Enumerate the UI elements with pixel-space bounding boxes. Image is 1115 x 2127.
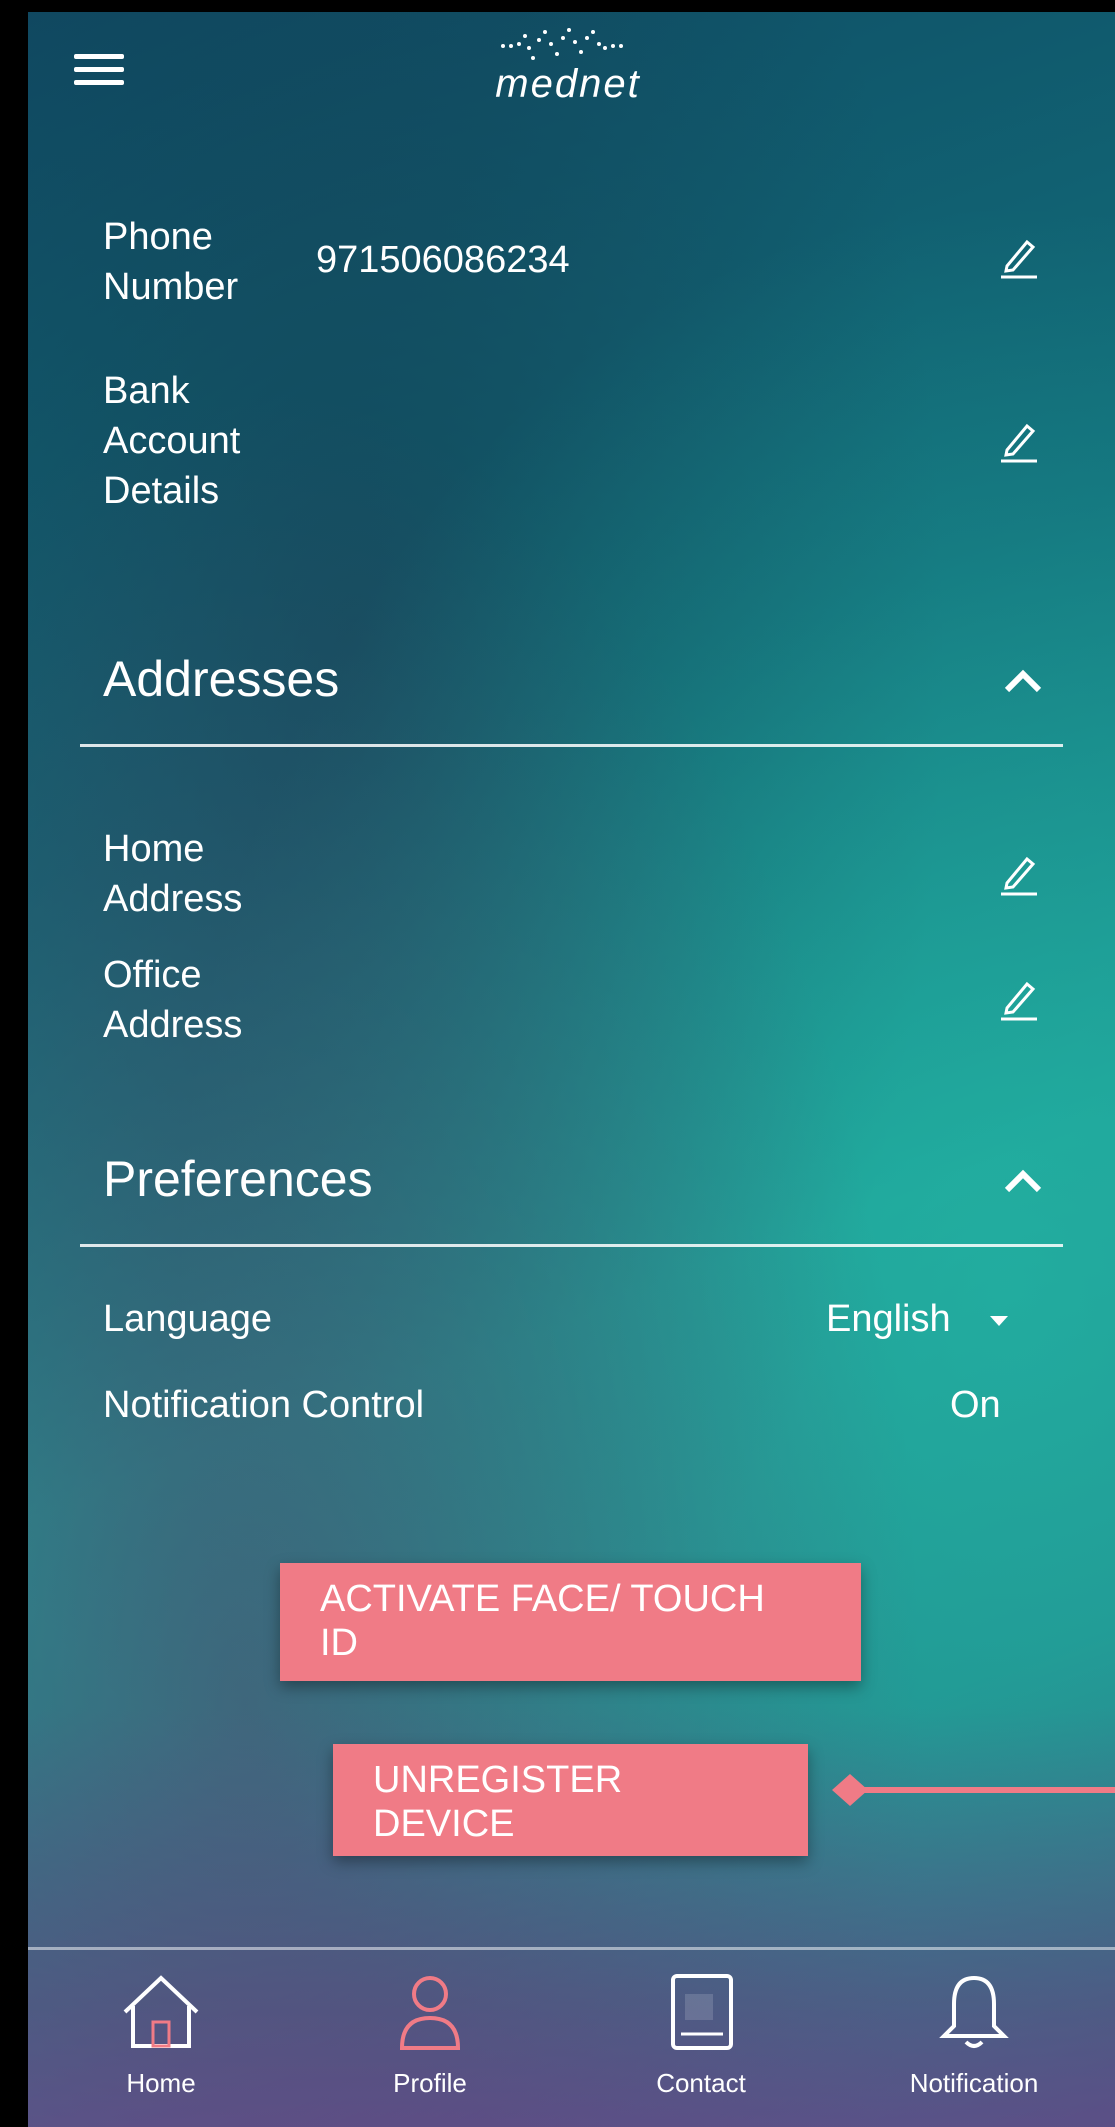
brand-logo: mednet xyxy=(448,26,688,126)
phone-number-label: Phone Number xyxy=(103,216,239,308)
profile-icon xyxy=(399,1976,461,2050)
home-address-label: Home Address xyxy=(103,828,243,920)
office-address-row: Office Address xyxy=(103,950,1043,1060)
preferences-divider xyxy=(80,1244,1063,1247)
edit-phone-icon[interactable] xyxy=(995,232,1043,280)
contact-icon xyxy=(671,1974,733,2050)
addresses-collapse-icon[interactable] xyxy=(1001,666,1045,696)
hamburger-menu-icon[interactable] xyxy=(74,54,124,94)
chevron-down-icon[interactable] xyxy=(990,1316,1008,1326)
tab-contact[interactable]: Contact xyxy=(601,1950,801,2127)
brand-name: mednet xyxy=(495,62,641,106)
tab-profile-label: Profile xyxy=(393,2068,467,2098)
tab-home[interactable]: Home xyxy=(61,1950,261,2127)
tab-contact-label: Contact xyxy=(656,2068,746,2098)
language-select[interactable]: English xyxy=(826,1298,951,1341)
bank-account-row: Bank Account Details xyxy=(103,366,1043,526)
phone-number-value: 971506086234 xyxy=(316,239,570,281)
edit-home-address-icon[interactable] xyxy=(995,849,1043,897)
app-screen: mednet Phone Number 971506086234 Bank Ac… xyxy=(28,12,1115,2127)
logo-wave-icon xyxy=(501,28,623,60)
phone-number-row: Phone Number 971506086234 xyxy=(103,212,1043,322)
bottom-tab-bar: Home Profile Contact Notification xyxy=(28,1947,1115,2127)
unregister-device-button[interactable]: UNREGISTER DEVICE xyxy=(333,1744,808,1856)
edit-office-address-icon[interactable] xyxy=(995,974,1043,1022)
home-icon xyxy=(123,1975,199,2048)
top-bar: mednet xyxy=(28,12,1115,132)
tab-notification[interactable]: Notification xyxy=(874,1950,1074,2127)
language-label: Language xyxy=(103,1298,273,1340)
bank-account-label: Bank Account Details xyxy=(103,370,241,512)
preferences-title: Preferences xyxy=(103,1151,373,1207)
annotation-arrow-icon xyxy=(832,1774,1115,1806)
notification-control-value[interactable]: On xyxy=(950,1384,1001,1427)
tab-profile[interactable]: Profile xyxy=(330,1950,530,2127)
preferences-collapse-icon[interactable] xyxy=(1001,1166,1045,1196)
notification-control-label: Notification Control xyxy=(103,1384,425,1426)
activate-face-touch-id-button[interactable]: ACTIVATE FACE/ TOUCH ID xyxy=(280,1563,861,1681)
addresses-divider xyxy=(80,744,1063,747)
home-address-row: Home Address xyxy=(103,824,1043,934)
addresses-title: Addresses xyxy=(103,651,340,707)
bell-icon xyxy=(939,1975,1009,2048)
tab-home-label: Home xyxy=(126,2068,196,2098)
edit-bank-icon[interactable] xyxy=(995,416,1043,464)
tab-notification-label: Notification xyxy=(909,2068,1039,2098)
office-address-label: Office Address xyxy=(103,954,243,1046)
